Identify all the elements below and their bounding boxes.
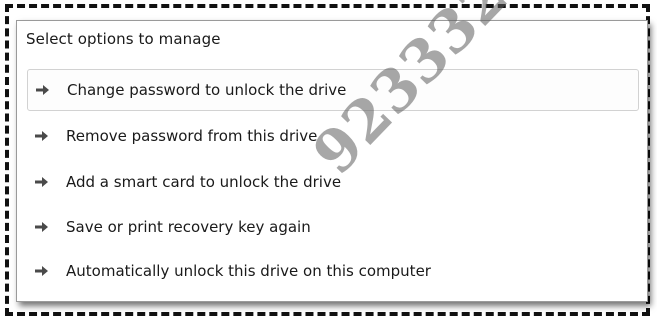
option-label: Remove password from this drive [66,127,318,145]
option-auto-unlock[interactable]: Automatically unlock this drive on this … [27,250,639,292]
option-label: Automatically unlock this drive on this … [66,262,431,280]
option-add-smart-card[interactable]: Add a smart card to unlock the drive [27,161,639,203]
manage-options-panel: Select options to manage Change password… [16,20,648,302]
option-label: Save or print recovery key again [66,218,311,236]
option-save-recovery-key[interactable]: Save or print recovery key again [27,206,639,248]
arrow-right-icon [34,83,51,97]
panel-heading: Select options to manage [26,30,221,48]
arrow-right-icon [33,129,50,143]
option-change-password[interactable]: Change password to unlock the drive [27,69,639,111]
option-label: Change password to unlock the drive [67,81,347,99]
arrow-right-icon [33,220,50,234]
arrow-right-icon [33,264,50,278]
option-label: Add a smart card to unlock the drive [66,173,342,191]
arrow-right-icon [33,175,50,189]
option-remove-password[interactable]: Remove password from this drive [27,115,639,157]
